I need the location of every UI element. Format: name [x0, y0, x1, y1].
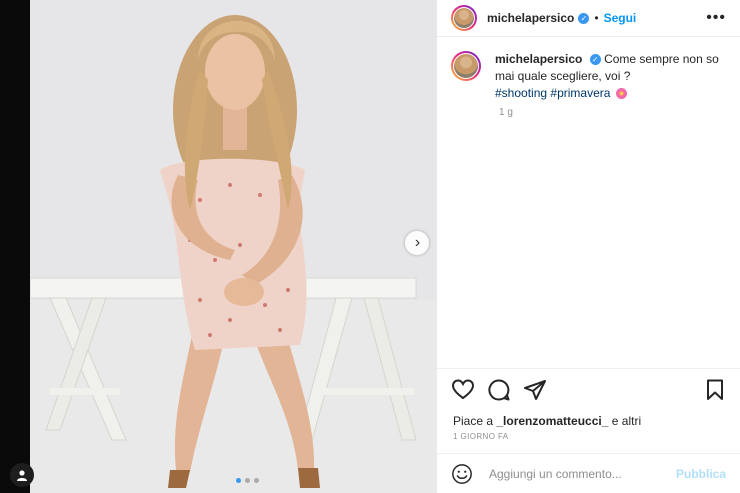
caption-time: 1 g [499, 107, 513, 118]
chevron-right-icon: › [414, 234, 421, 251]
photo-illustration [30, 0, 437, 493]
user-tag-icon [17, 470, 27, 481]
header-separator: • [594, 11, 599, 25]
emoji-icon[interactable] [451, 463, 473, 485]
likes-suffix[interactable]: e altri [612, 414, 641, 428]
verified-badge-icon: ✓ [578, 12, 590, 24]
post-photo[interactable] [30, 0, 437, 493]
post-side-panel: michelapersico ✓ • Segui ••• michelapers… [437, 0, 740, 493]
divider [437, 368, 740, 369]
verified-badge-icon: ✓ [589, 54, 601, 66]
comment-icon[interactable] [487, 378, 511, 402]
carousel-dot [245, 478, 250, 483]
caption-avatar[interactable] [451, 51, 481, 81]
follow-button[interactable]: Segui [604, 11, 637, 25]
carousel-dots [236, 478, 259, 483]
likes-prefix: Piace a [453, 414, 494, 428]
heart-icon[interactable] [451, 378, 475, 402]
liker-username[interactable]: _lorenzomatteucci_ [496, 414, 608, 428]
backdrop-stripe [0, 0, 30, 493]
carousel-dot [236, 478, 241, 483]
carousel-next-button[interactable]: › [405, 231, 429, 255]
caption-username[interactable]: michelapersico [495, 52, 582, 66]
comment-bar: Pubblica [437, 453, 740, 493]
post-header: michelapersico ✓ • Segui ••• [437, 0, 740, 37]
user-tag-button[interactable] [10, 463, 34, 487]
comment-input[interactable] [487, 465, 676, 482]
hashtag-link[interactable]: #shooting [495, 86, 547, 100]
more-options-icon[interactable]: ••• [706, 9, 726, 27]
action-bar [451, 378, 727, 402]
avatar[interactable] [451, 5, 477, 31]
publish-button[interactable]: Pubblica [676, 467, 726, 481]
hashtag-link[interactable]: #primavera [550, 86, 610, 100]
bookmark-icon[interactable] [703, 378, 727, 402]
flower-emoji-icon [615, 88, 627, 100]
carousel-dot [254, 478, 259, 483]
post-date: 1 GIORNO FA [453, 432, 509, 441]
caption: michelapersico ✓ Come sempre non so mai … [451, 51, 731, 102]
likes-summary: Piace a _lorenzomatteucci_ e altri [453, 414, 641, 428]
header-username[interactable]: michelapersico [487, 11, 574, 25]
share-icon[interactable] [523, 378, 547, 402]
caption-text: michelapersico ✓ Come sempre non so mai … [495, 51, 731, 102]
